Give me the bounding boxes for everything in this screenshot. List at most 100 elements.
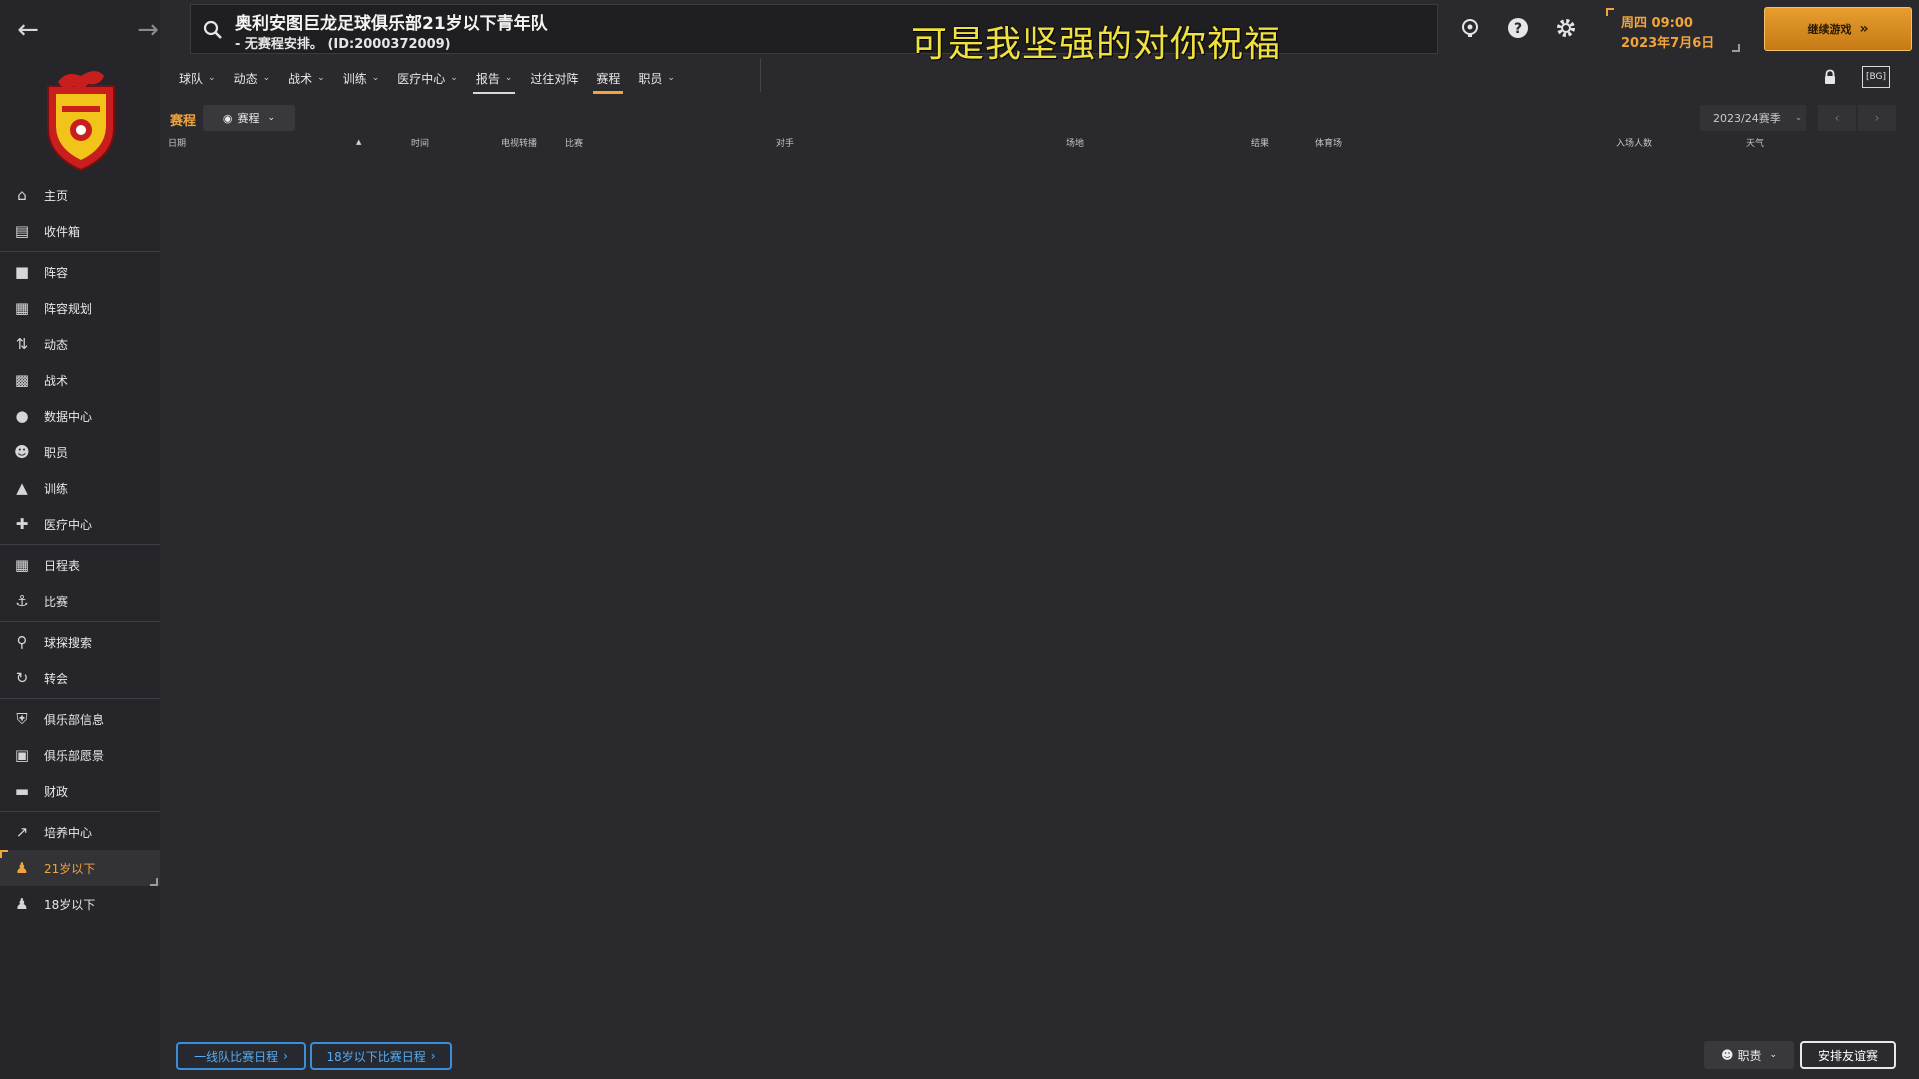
arrange-friendly-button[interactable]: 安排友谊赛	[1800, 1041, 1896, 1069]
sidebar-item-label: 收件箱	[44, 224, 81, 239]
sidebar-item-training[interactable]: ▲ 训练	[0, 470, 160, 506]
sidebar-item-label: 数据中心	[44, 409, 93, 424]
arrow-left-icon[interactable]: ←	[12, 14, 44, 46]
video-caption: 可是我坚强的对你祝福	[911, 24, 1282, 65]
search-bar[interactable]: 奥利安图巨龙足球俱乐部21岁以下青年队 - 无赛程安排。 (ID:2000372…	[190, 4, 1438, 65]
eye-icon: ◉	[222, 111, 233, 125]
arrow-right-icon[interactable]: →	[132, 14, 164, 46]
transfer-icon: ↻	[15, 669, 29, 687]
settings-gear-icon[interactable]	[1554, 16, 1578, 40]
tab-label: 球队	[179, 71, 204, 86]
column-header-competition[interactable]: 比赛	[565, 136, 583, 149]
tab-squad[interactable]: 球队 ⌄	[170, 62, 225, 94]
view-select-button[interactable]: ◉ 赛程 ⌄	[203, 105, 295, 131]
chevron-down-icon: ⌄	[1794, 113, 1803, 123]
sort-ascending-icon: ▲	[356, 138, 362, 146]
game-status-icon[interactable]	[1458, 16, 1482, 40]
sidebar-item-squad[interactable]: ■ 阵容	[0, 254, 160, 290]
column-header-attendance[interactable]: 入场人数	[1616, 136, 1652, 149]
sidebar-item-development-centre[interactable]: ↗ 培养中心	[0, 814, 160, 850]
continue-game-button[interactable]: 继续游戏 »	[1764, 7, 1912, 51]
chevron-down-icon: ⌄	[667, 73, 675, 83]
sidebar-item-transfers[interactable]: ↻ 转会	[0, 660, 160, 696]
continue-label: 继续游戏	[1807, 23, 1852, 36]
tab-head-to-head[interactable]: 过往对阵	[521, 62, 587, 94]
sidebar-item-schedule[interactable]: ▦ 日程表	[0, 547, 160, 583]
tab-fixtures[interactable]: 赛程	[587, 62, 629, 94]
chevron-right-icon: ›	[1874, 111, 1880, 125]
tactics-icon: ▩	[14, 371, 30, 389]
column-header-opponent[interactable]: 对手	[776, 136, 794, 149]
first-team-fixtures-button[interactable]: 一线队比赛日程 ›	[176, 1042, 306, 1070]
scout-search-icon: ⚲	[16, 633, 28, 651]
divider	[0, 544, 160, 545]
sidebar-item-label: 球探搜索	[44, 635, 93, 650]
sidebar-item-squad-planner[interactable]: ▦ 阵容规划	[0, 290, 160, 326]
tab-staff[interactable]: 职员 ⌄	[629, 62, 684, 94]
next-season-button[interactable]: ›	[1858, 105, 1896, 131]
sidebar-item-label: 主页	[44, 188, 69, 203]
divider	[0, 698, 160, 699]
sidebar-item-data-hub[interactable]: ● 数据中心	[0, 398, 160, 434]
sidebar-item-u21[interactable]: ♟ 21岁以下	[0, 850, 160, 886]
sidebar-item-medical[interactable]: ✚ 医疗中心	[0, 506, 160, 542]
chevron-down-icon: ⌄	[450, 73, 458, 83]
chevron-right-icon: ›	[430, 1049, 436, 1063]
column-header-stadium[interactable]: 体育场	[1315, 136, 1342, 149]
chevron-left-icon: ‹	[1834, 111, 1840, 125]
column-header-tv[interactable]: 电视转播	[501, 136, 537, 149]
club-crest-logo[interactable]	[38, 64, 124, 172]
column-header-time[interactable]: 时间	[411, 136, 429, 149]
column-header-date[interactable]: 日期	[168, 136, 186, 149]
tab-label: 医疗中心	[397, 71, 446, 86]
sidebar-item-competitions[interactable]: ⚓ 比赛	[0, 583, 160, 619]
tab-label: 赛程	[596, 71, 621, 86]
divider	[0, 811, 160, 812]
u21-icon: ♟	[15, 859, 29, 877]
sidebar-item-club-vision[interactable]: ▣ 俱乐部愿景	[0, 737, 160, 773]
sidebar-item-club-info[interactable]: ⛨ 俱乐部信息	[0, 701, 160, 737]
sidebar-item-finances[interactable]: ▬ 财政	[0, 773, 160, 809]
page-title: 奥利安图巨龙足球俱乐部21岁以下青年队	[235, 14, 548, 34]
sidebar-item-label: 比赛	[44, 594, 69, 609]
background-toggle-icon[interactable]: [BG]	[1862, 66, 1890, 88]
button-label: 安排友谊赛	[1817, 1048, 1878, 1063]
tab-label: 职员	[638, 71, 663, 86]
sidebar-item-dynamics[interactable]: ⇅ 动态	[0, 326, 160, 362]
sidebar-item-scouting[interactable]: ⚲ 球探搜索	[0, 624, 160, 660]
sidebar-item-staff[interactable]: ☻ 职员	[0, 434, 160, 470]
tab-tactics[interactable]: 战术 ⌄	[279, 62, 334, 94]
divider	[0, 621, 160, 622]
page-subtitle: - 无赛程安排。 (ID:2000372009)	[235, 37, 451, 52]
home-icon: ⌂	[17, 186, 27, 204]
tab-medical[interactable]: 医疗中心 ⌄	[388, 62, 467, 94]
tab-training[interactable]: 训练 ⌄	[334, 62, 389, 94]
sidebar-item-label: 18岁以下	[44, 897, 96, 912]
history-nav: ← →	[0, 14, 160, 46]
game-date[interactable]: 周四 09:00 2023年7月6日	[1606, 8, 1740, 52]
column-header-venue[interactable]: 场地	[1066, 136, 1084, 149]
search-icon[interactable]	[203, 20, 223, 40]
prev-season-button[interactable]: ‹	[1818, 105, 1856, 131]
tab-reports[interactable]: 报告 ⌄	[467, 62, 522, 94]
sidebar-item-home[interactable]: ⌂ 主页	[0, 177, 160, 213]
help-icon[interactable]: ?	[1506, 16, 1530, 40]
sidebar-item-u18[interactable]: ♟ 18岁以下	[0, 886, 160, 922]
button-label: 18岁以下比赛日程	[326, 1049, 426, 1064]
duties-button[interactable]: ☻ 职责 ⌄	[1704, 1041, 1794, 1069]
tab-label: 报告	[475, 71, 500, 86]
chevron-down-icon: ⌄	[371, 73, 380, 83]
tab-dynamics[interactable]: 动态 ⌄	[225, 62, 280, 94]
lock-icon[interactable]	[1823, 69, 1837, 85]
tab-label: 训练	[342, 71, 367, 86]
staff-icon: ☻	[1720, 1048, 1734, 1062]
sidebar-item-inbox[interactable]: ▤ 收件箱	[0, 213, 160, 249]
chevron-down-icon: ⌄	[262, 73, 271, 83]
column-header-weather[interactable]: 天气	[1746, 136, 1764, 149]
divider	[760, 58, 761, 92]
column-header-result[interactable]: 结果	[1251, 136, 1269, 149]
season-select[interactable]: 2023/24赛季 ⌄	[1700, 105, 1806, 131]
sidebar-item-tactics[interactable]: ▩ 战术	[0, 362, 160, 398]
u18-fixtures-button[interactable]: 18岁以下比赛日程 ›	[310, 1042, 452, 1070]
chevron-down-icon: ⌄	[267, 113, 276, 123]
